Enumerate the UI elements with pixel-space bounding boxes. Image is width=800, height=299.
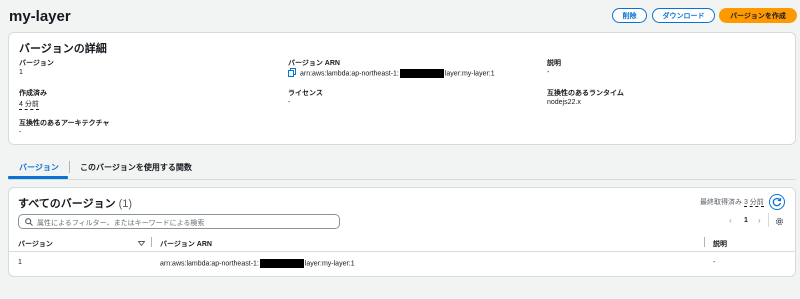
row-arn-prefix: arn:aws:lambda:ap-northeast-1: (160, 260, 259, 268)
page-title: my-layer (9, 8, 71, 25)
row-description: - (713, 259, 716, 266)
version-details-panel: バージョンの詳細 バージョン 1 バージョン ARN arn:aws:lambd… (8, 32, 796, 145)
arn-suffix: layer:my-layer:1 (444, 70, 495, 78)
versions-title-wrap: すべてのバージョン (1) (18, 195, 132, 211)
column-header-arn[interactable]: バージョン ARN (160, 239, 212, 249)
last-fetched-value[interactable]: 3 分前 (743, 199, 764, 207)
sort-caret-down-icon[interactable] (138, 241, 145, 246)
download-button[interactable]: ダウンロード (652, 8, 715, 23)
copy-icon[interactable] (288, 68, 296, 77)
version-label: バージョン (19, 60, 54, 67)
column-header-description[interactable]: 説明 (713, 239, 727, 249)
tab-bar: バージョン このバージョンを使用する関数 (0, 155, 800, 179)
column-resizer[interactable] (151, 237, 152, 247)
description-label: 説明 (547, 60, 561, 67)
description-value: - (547, 69, 550, 76)
versions-count: (1) (118, 198, 133, 210)
pagination-divider (768, 213, 769, 227)
row-version: 1 (18, 259, 22, 266)
tab-underline (8, 179, 796, 180)
runtime-label: 互換性のあるランタイム (547, 90, 624, 97)
page-number[interactable]: 1 (744, 217, 748, 224)
versions-title: すべてのバージョン (18, 198, 116, 210)
row-arn-suffix: layer:my-layer:1 (304, 260, 355, 268)
page-header: my-layer 削除 ダウンロード バージョンを作成 (0, 0, 800, 32)
created-label: 作成済み (19, 90, 47, 97)
settings-gear-icon[interactable] (775, 217, 784, 226)
search-icon (25, 218, 33, 226)
table-header-divider (9, 251, 795, 252)
details-title: バージョンの詳細 (19, 43, 107, 55)
tab-versions[interactable]: バージョン (19, 162, 59, 173)
last-fetched: 最終取得済み 3 分前 (700, 197, 764, 207)
arn-label: バージョン ARN (288, 60, 340, 67)
last-fetched-label: 最終取得済み (700, 199, 742, 206)
license-label: ライセンス (288, 90, 323, 97)
prev-page-icon[interactable]: ‹ (729, 216, 732, 225)
search-placeholder: 属性によるフィルター、またはキーワードによる検索 (37, 220, 205, 227)
arn-value: arn:aws:lambda:ap-northeast-1: layer:my-l… (300, 69, 495, 78)
runtime-value: nodejs22.x (547, 99, 581, 106)
row-arn: arn:aws:lambda:ap-northeast-1: layer:my-l… (160, 259, 355, 268)
version-value: 1 (19, 69, 23, 76)
delete-button[interactable]: 削除 (612, 8, 647, 23)
next-page-icon[interactable]: › (758, 216, 761, 225)
architecture-label: 互換性のあるアーキテクチャ (19, 120, 110, 127)
redaction-block (259, 259, 304, 268)
license-value: - (288, 99, 291, 106)
arn-prefix: arn:aws:lambda:ap-northeast-1: (300, 70, 399, 78)
tab-functions-using-version[interactable]: このバージョンを使用する関数 (80, 162, 192, 173)
created-value[interactable]: 4 分前 (19, 99, 39, 110)
create-version-button[interactable]: バージョンを作成 (719, 8, 797, 23)
refresh-icon[interactable] (769, 194, 785, 210)
search-input[interactable]: 属性によるフィルター、またはキーワードによる検索 (18, 214, 340, 229)
redaction-block (399, 69, 444, 78)
column-resizer[interactable] (704, 237, 705, 247)
column-header-version[interactable]: バージョン (18, 239, 53, 249)
tab-separator (69, 161, 70, 173)
architecture-value: - (19, 129, 22, 136)
